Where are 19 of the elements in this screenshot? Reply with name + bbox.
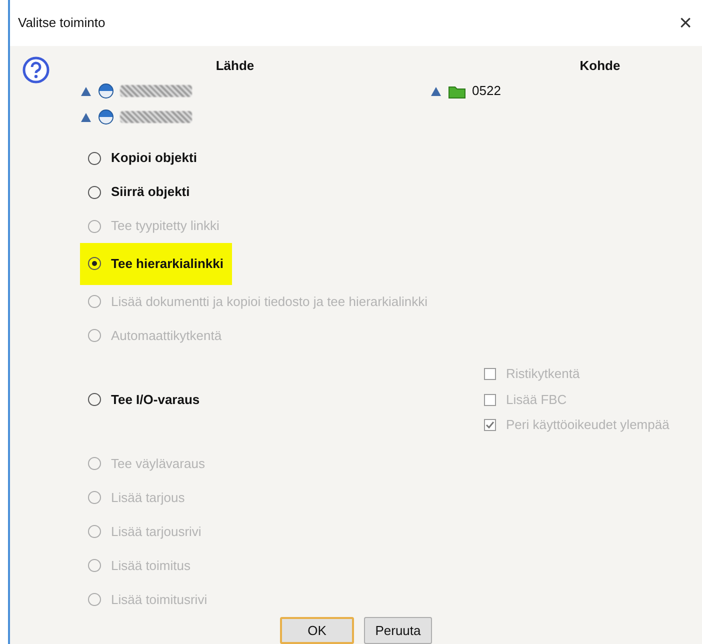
radio-option[interactable]: Tee hierarkialinkki: [80, 243, 232, 284]
expand-icon: [80, 85, 92, 97]
expand-icon: [80, 111, 92, 123]
check-icon: [485, 420, 495, 430]
column-heading: Kohde: [578, 57, 622, 75]
expand-icon: [430, 85, 442, 97]
radio-option[interactable]: Siirrä objekti: [80, 178, 198, 206]
folder-icon: [448, 84, 466, 98]
tree-item[interactable]: 0522: [472, 81, 501, 101]
radio-option[interactable]: Kopioi objekti: [80, 144, 205, 172]
globe-icon: [98, 109, 114, 125]
help-icon: [22, 56, 50, 84]
window-title: Valitse toiminto: [18, 14, 106, 32]
globe-icon: [98, 83, 114, 99]
dialog-button[interactable]: OK: [280, 616, 354, 644]
radio-option[interactable]: Tee I/O-varaus: [80, 386, 208, 414]
close-button[interactable]: ×: [677, 12, 694, 34]
dialog-button[interactable]: Peruuta: [364, 616, 432, 644]
column-heading: Lähde: [214, 57, 256, 75]
